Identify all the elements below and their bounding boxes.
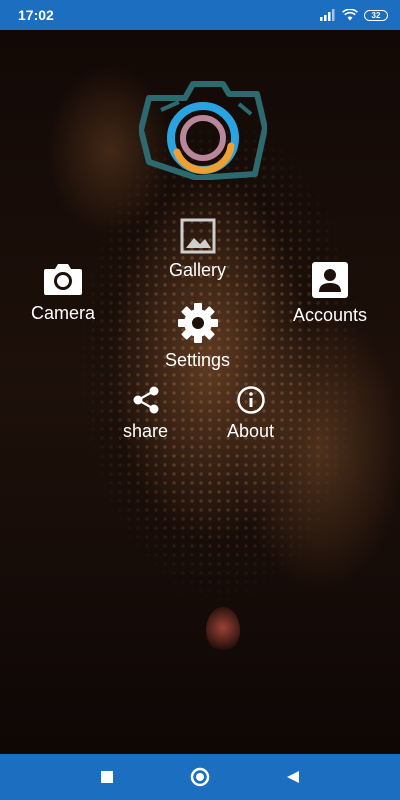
account-box-icon xyxy=(312,262,349,298)
share-button[interactable]: share xyxy=(123,385,168,442)
navigation-bar xyxy=(0,754,400,800)
share-icon xyxy=(133,386,159,414)
gear-icon xyxy=(177,303,218,343)
info-icon xyxy=(236,386,265,414)
home-screen: Gallery Camera Accounts Settings share A… xyxy=(0,30,400,754)
camera-button[interactable]: Camera xyxy=(31,261,95,324)
about-button[interactable]: About xyxy=(227,385,274,442)
about-label: About xyxy=(227,421,275,441)
back-button[interactable] xyxy=(273,757,313,797)
camera-icon xyxy=(44,264,83,295)
camera-logo-icon xyxy=(139,81,267,180)
status-icons: 32 xyxy=(320,9,388,21)
gallery-button[interactable]: Gallery xyxy=(169,218,226,281)
battery-icon: 32 xyxy=(364,9,388,21)
status-bar: 17:02 32 xyxy=(0,0,400,30)
back-triangle-icon xyxy=(287,771,300,783)
background-lip xyxy=(206,607,240,653)
gallery-label: Gallery xyxy=(169,260,227,280)
wifi-icon xyxy=(342,9,358,21)
image-icon xyxy=(180,218,215,254)
home-button[interactable] xyxy=(180,757,220,797)
accounts-label: Accounts xyxy=(293,305,368,325)
circle-icon xyxy=(190,767,210,787)
settings-button[interactable]: Settings xyxy=(165,302,230,371)
status-time: 17:02 xyxy=(18,7,54,23)
settings-label: Settings xyxy=(165,350,231,370)
recents-button[interactable] xyxy=(87,757,127,797)
signal-icon xyxy=(320,9,335,21)
square-icon xyxy=(100,771,113,783)
battery-level: 32 xyxy=(371,10,381,20)
share-label: share xyxy=(123,421,169,441)
camera-label: Camera xyxy=(31,303,96,323)
accounts-button[interactable]: Accounts xyxy=(293,261,367,326)
